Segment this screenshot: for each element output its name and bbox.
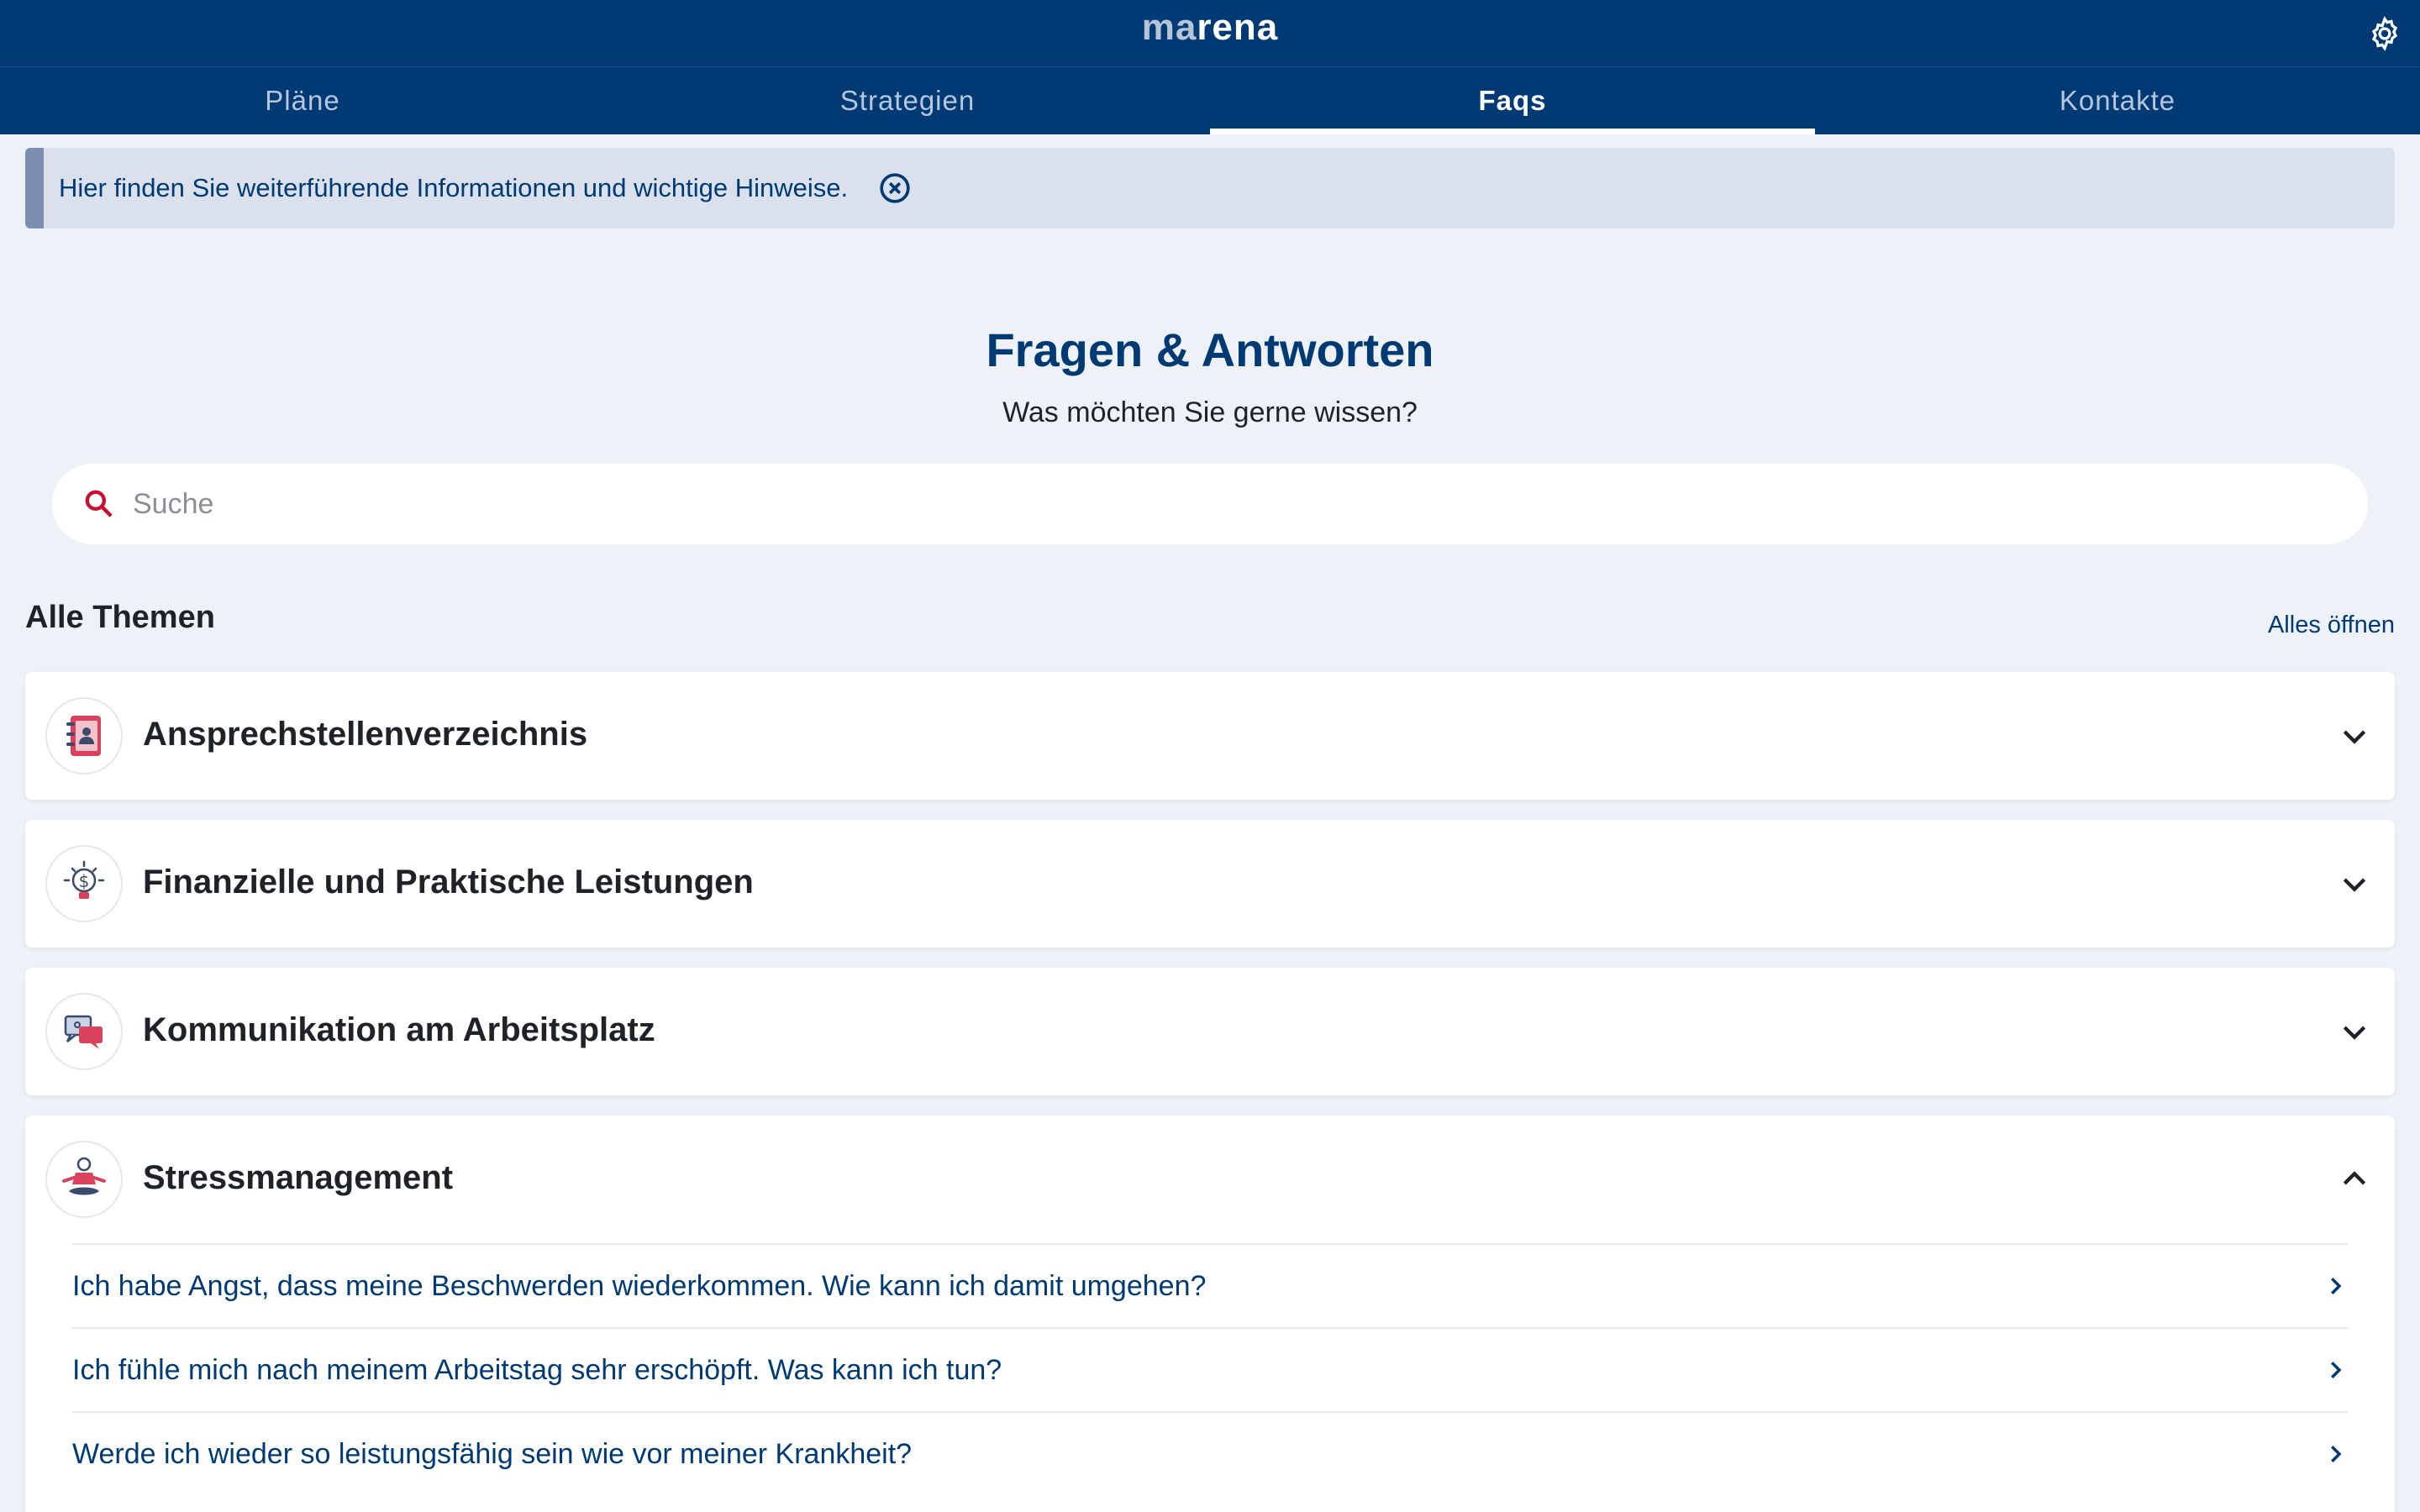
chevron-up-icon[interactable] <box>2338 1163 2371 1196</box>
chat-bubbles-icon <box>45 993 123 1070</box>
info-banner: Hier finden Sie weiterführende Informati… <box>25 148 2395 228</box>
app-logo: marena <box>1141 7 1279 48</box>
app-header: marena <box>0 0 2420 67</box>
chevron-right-icon <box>2331 1362 2342 1378</box>
topic-title: Kommunikation am Arbeitsplatz <box>143 1011 655 1048</box>
topic-title: Stressmanagement <box>143 1159 454 1196</box>
chevron-down-icon[interactable] <box>2338 1015 2371 1048</box>
close-circle-icon[interactable] <box>878 171 912 205</box>
page-title: Fragen & Antworten <box>986 323 1434 376</box>
chevron-right-icon <box>2331 1446 2342 1462</box>
question-text: Ich fühle mich nach meinem Arbeitstag se… <box>72 1353 1002 1386</box>
topic-card-stressmanagement: Stressmanagement Ich habe Angst, dass me… <box>25 1116 2395 1512</box>
question-item[interactable]: Ich fühle mich nach meinem Arbeitstag se… <box>72 1327 2348 1411</box>
question-item[interactable]: Ich habe Angst, dass meine Beschwerden w… <box>72 1243 2348 1327</box>
topic-header[interactable]: Stressmanagement <box>25 1116 2395 1243</box>
chevron-right-icon <box>2331 1278 2342 1294</box>
topic-title: Ansprechstellenverzeichnis <box>143 716 588 753</box>
topic-title: Finanzielle und Praktische Leistungen <box>143 864 754 900</box>
question-item[interactable]: Werde ich wieder so leistungsfähig sein … <box>72 1411 2348 1495</box>
banner-text: Hier finden Sie weiterführende Informati… <box>59 173 849 202</box>
question-text: Werde ich wieder so leistungsfähig sein … <box>72 1437 913 1470</box>
topic-header[interactable]: Kommunikation am Arbeitsplatz <box>25 968 2395 1095</box>
money-bulb-icon: $ <box>45 845 123 922</box>
topic-header[interactable]: $ Finanzielle und Praktische Leistungen <box>25 820 2395 948</box>
meditation-icon <box>45 1141 123 1218</box>
question-text: Ich habe Angst, dass meine Beschwerden w… <box>72 1269 1207 1302</box>
address-book-icon <box>45 697 123 774</box>
gear-icon[interactable] <box>2366 15 2403 52</box>
chevron-down-icon[interactable] <box>2338 719 2371 753</box>
tab-strategien[interactable]: Strategien <box>605 67 1210 134</box>
topic-card-ansprechstellen: Ansprechstellenverzeichnis <box>25 672 2395 800</box>
topic-card-leistungen: $ Finanzielle und Praktische Leistungen <box>25 820 2395 948</box>
main-tabs: Pläne Strategien Faqs Kontakte <box>0 67 2420 134</box>
search-input[interactable] <box>133 487 2233 521</box>
chevron-down-icon[interactable] <box>2338 867 2371 900</box>
topic-card-kommunikation: Kommunikation am Arbeitsplatz <box>25 968 2395 1095</box>
svg-text:$: $ <box>79 871 90 891</box>
page-subtitle: Was möchten Sie gerne wissen? <box>1002 396 1418 428</box>
tab-kontakte[interactable]: Kontakte <box>1815 67 2420 134</box>
section-title: Alle Themen <box>25 600 215 635</box>
topic-header[interactable]: Ansprechstellenverzeichnis <box>25 672 2395 800</box>
tab-faqs[interactable]: Faqs <box>1210 67 1815 134</box>
search-bar <box>52 464 2368 544</box>
open-all-link[interactable]: Alles öffnen <box>2268 612 2395 639</box>
question-list: Ich habe Angst, dass meine Beschwerden w… <box>25 1243 2395 1495</box>
search-icon <box>85 490 113 517</box>
tab-plaene[interactable]: Pläne <box>0 67 605 134</box>
